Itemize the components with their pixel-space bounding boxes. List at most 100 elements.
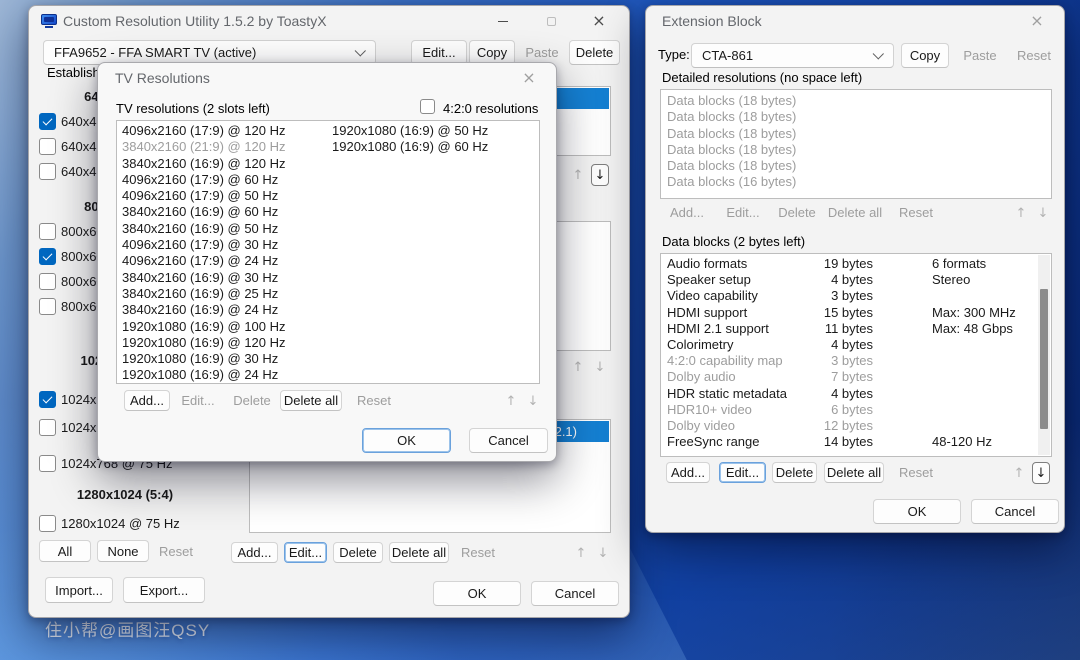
resolution-checkbox[interactable] bbox=[39, 163, 56, 180]
detailed-resolution-item[interactable]: Data blocks (16 bytes) bbox=[661, 174, 1051, 190]
resolution-checkbox[interactable] bbox=[39, 273, 56, 290]
established-none-button[interactable]: None bbox=[97, 540, 149, 562]
tv-add-button[interactable]: Add... bbox=[124, 390, 170, 411]
up-arrow-icon: ↑ bbox=[1010, 462, 1028, 484]
data-block-size: 4 bytes bbox=[815, 337, 873, 353]
resolution-checkbox[interactable] bbox=[39, 455, 56, 472]
resolution-group-header: 1280x1024 (5:4) bbox=[37, 487, 213, 502]
display-select-value: FFA9652 - FFA SMART TV (active) bbox=[54, 45, 256, 60]
tv-resolution-item[interactable]: 3840x2160 (16:9) @ 120 Hz bbox=[122, 156, 286, 172]
tv-resolution-item[interactable]: 4096x2160 (17:9) @ 24 Hz bbox=[122, 253, 286, 269]
tv-resolution-item[interactable]: 1920x1080 (16:9) @ 60 Hz bbox=[332, 139, 488, 155]
detailed-delete-all-button: Delete all bbox=[826, 202, 884, 222]
close-icon[interactable]: × bbox=[575, 6, 623, 36]
resolution-checkbox[interactable] bbox=[39, 223, 56, 240]
tv-resolution-item[interactable]: 1920x1080 (16:9) @ 100 Hz bbox=[122, 319, 286, 335]
data-block-row[interactable]: Dolby video12 bytes bbox=[661, 418, 1051, 434]
toolbar-delete-button[interactable]: Delete bbox=[569, 40, 620, 65]
420-resolutions-checkbox[interactable] bbox=[420, 99, 435, 114]
extension-title: Extension Block bbox=[662, 13, 762, 29]
down-arrow-icon[interactable]: ↓ bbox=[591, 164, 609, 186]
tv-resolution-item[interactable]: 4096x2160 (17:9) @ 60 Hz bbox=[122, 172, 286, 188]
data-block-size: 11 bytes bbox=[815, 321, 873, 337]
tv-resolution-item[interactable]: 1920x1080 (16:9) @ 30 Hz bbox=[122, 351, 286, 367]
data-block-size: 4 bytes bbox=[815, 272, 873, 288]
datablocks-reset-button: Reset bbox=[896, 462, 936, 483]
close-icon[interactable]: × bbox=[508, 63, 550, 93]
close-icon[interactable]: × bbox=[1016, 6, 1058, 36]
cancel-button[interactable]: Cancel bbox=[469, 428, 548, 453]
export-button[interactable]: Export... bbox=[123, 577, 205, 603]
datablocks-delete-all-button[interactable]: Delete all bbox=[824, 462, 884, 483]
scrollbar-thumb[interactable] bbox=[1040, 289, 1048, 429]
tv-resolution-item[interactable]: 3840x2160 (16:9) @ 30 Hz bbox=[122, 270, 286, 286]
data-block-row[interactable]: Audio formats19 bytes6 formats bbox=[661, 256, 1051, 272]
detailed-reset-button: Reset bbox=[896, 202, 936, 222]
import-button[interactable]: Import... bbox=[45, 577, 113, 603]
type-select[interactable]: CTA-861 bbox=[691, 43, 894, 68]
data-block-size: 4 bytes bbox=[815, 386, 873, 402]
ok-button[interactable]: OK bbox=[873, 499, 961, 524]
tv-delete-button: Delete bbox=[230, 390, 274, 411]
data-block-name: Colorimetry bbox=[667, 337, 815, 353]
data-block-row[interactable]: FreeSync range14 bytes48-120 Hz bbox=[661, 434, 1051, 450]
tv-resolution-item[interactable]: 4096x2160 (17:9) @ 30 Hz bbox=[122, 237, 286, 253]
ext-copy-button[interactable]: Copy bbox=[901, 43, 949, 68]
down-arrow-icon[interactable]: ↓ bbox=[1032, 462, 1050, 484]
tv-resolution-item[interactable]: 3840x2160 (21:9) @ 120 Hz bbox=[122, 139, 286, 155]
main-delete-all-button[interactable]: Delete all bbox=[389, 542, 449, 563]
detailed-resolution-item[interactable]: Data blocks (18 bytes) bbox=[661, 142, 1051, 158]
datablocks-edit-button[interactable]: Edit... bbox=[719, 462, 766, 483]
resolution-checkbox[interactable] bbox=[39, 138, 56, 155]
data-block-name: HDMI 2.1 support bbox=[667, 321, 815, 337]
tv-resolution-item[interactable]: 1920x1080 (16:9) @ 24 Hz bbox=[122, 367, 286, 383]
resolution-checkbox[interactable] bbox=[39, 515, 56, 532]
detailed-resolution-item[interactable]: Data blocks (18 bytes) bbox=[661, 93, 1051, 109]
datablocks-delete-button[interactable]: Delete bbox=[772, 462, 817, 483]
data-block-name: HDMI support bbox=[667, 305, 815, 321]
tv-resolution-item[interactable]: 1920x1080 (16:9) @ 50 Hz bbox=[332, 123, 488, 139]
main-add-button[interactable]: Add... bbox=[231, 542, 278, 563]
data-block-name: FreeSync range bbox=[667, 434, 815, 450]
detailed-resolution-item[interactable]: Data blocks (18 bytes) bbox=[661, 158, 1051, 174]
data-block-row[interactable]: Speaker setup4 bytesStereo bbox=[661, 272, 1051, 288]
established-all-button[interactable]: All bbox=[39, 540, 91, 562]
detailed-resolution-item[interactable]: Data blocks (18 bytes) bbox=[661, 126, 1051, 142]
tv-resolution-item[interactable]: 3840x2160 (16:9) @ 50 Hz bbox=[122, 221, 286, 237]
resolution-checkbox[interactable] bbox=[39, 248, 56, 265]
data-blocks-list[interactable]: Audio formats19 bytes6 formatsSpeaker se… bbox=[660, 253, 1052, 457]
detailed-resolutions-label: Detailed resolutions (no space left) bbox=[662, 70, 862, 85]
ok-button[interactable]: OK bbox=[362, 428, 451, 453]
data-block-row[interactable]: Video capability3 bytes bbox=[661, 288, 1051, 304]
tv-resolution-item[interactable]: 3840x2160 (16:9) @ 25 Hz bbox=[122, 286, 286, 302]
tv-resolution-item[interactable]: 3840x2160 (16:9) @ 24 Hz bbox=[122, 302, 286, 318]
data-block-row[interactable]: HDMI 2.1 support11 bytesMax: 48 Gbps bbox=[661, 321, 1051, 337]
data-block-name: Dolby video bbox=[667, 418, 815, 434]
resolution-checkbox[interactable] bbox=[39, 419, 56, 436]
detailed-resolution-item[interactable]: Data blocks (18 bytes) bbox=[661, 109, 1051, 125]
tv-resolution-item[interactable]: 4096x2160 (17:9) @ 50 Hz bbox=[122, 188, 286, 204]
data-block-row[interactable]: 4:2:0 capability map3 bytes bbox=[661, 353, 1051, 369]
cancel-button[interactable]: Cancel bbox=[971, 499, 1059, 524]
detailed-resolutions-list[interactable]: Data blocks (18 bytes)Data blocks (18 by… bbox=[660, 89, 1052, 199]
minimize-icon[interactable] bbox=[479, 6, 527, 36]
tv-resolutions-list[interactable]: 4096x2160 (17:9) @ 120 Hz3840x2160 (21:9… bbox=[116, 120, 540, 384]
data-block-row[interactable]: Colorimetry4 bytes bbox=[661, 337, 1051, 353]
data-block-row[interactable]: HDR static metadata4 bytes bbox=[661, 386, 1051, 402]
data-block-row[interactable]: HDMI support15 bytesMax: 300 MHz bbox=[661, 305, 1051, 321]
main-delete-button[interactable]: Delete bbox=[333, 542, 383, 563]
tv-resolution-item[interactable]: 1920x1080 (16:9) @ 120 Hz bbox=[122, 335, 286, 351]
resolution-checkbox[interactable] bbox=[39, 391, 56, 408]
ok-button[interactable]: OK bbox=[433, 581, 521, 606]
data-block-row[interactable]: Dolby audio7 bytes bbox=[661, 369, 1051, 385]
resolution-checkbox[interactable] bbox=[39, 113, 56, 130]
resolution-checkbox[interactable] bbox=[39, 298, 56, 315]
tv-resolution-item[interactable]: 4096x2160 (17:9) @ 120 Hz bbox=[122, 123, 286, 139]
datablocks-add-button[interactable]: Add... bbox=[666, 462, 710, 483]
cancel-button[interactable]: Cancel bbox=[531, 581, 619, 606]
tv-delete-all-button[interactable]: Delete all bbox=[280, 390, 342, 411]
main-edit-button[interactable]: Edit... bbox=[284, 542, 327, 563]
data-block-row[interactable]: HDR10+ video6 bytes bbox=[661, 402, 1051, 418]
tv-resolution-item[interactable]: 3840x2160 (16:9) @ 60 Hz bbox=[122, 204, 286, 220]
scrollbar-track[interactable] bbox=[1038, 255, 1050, 455]
